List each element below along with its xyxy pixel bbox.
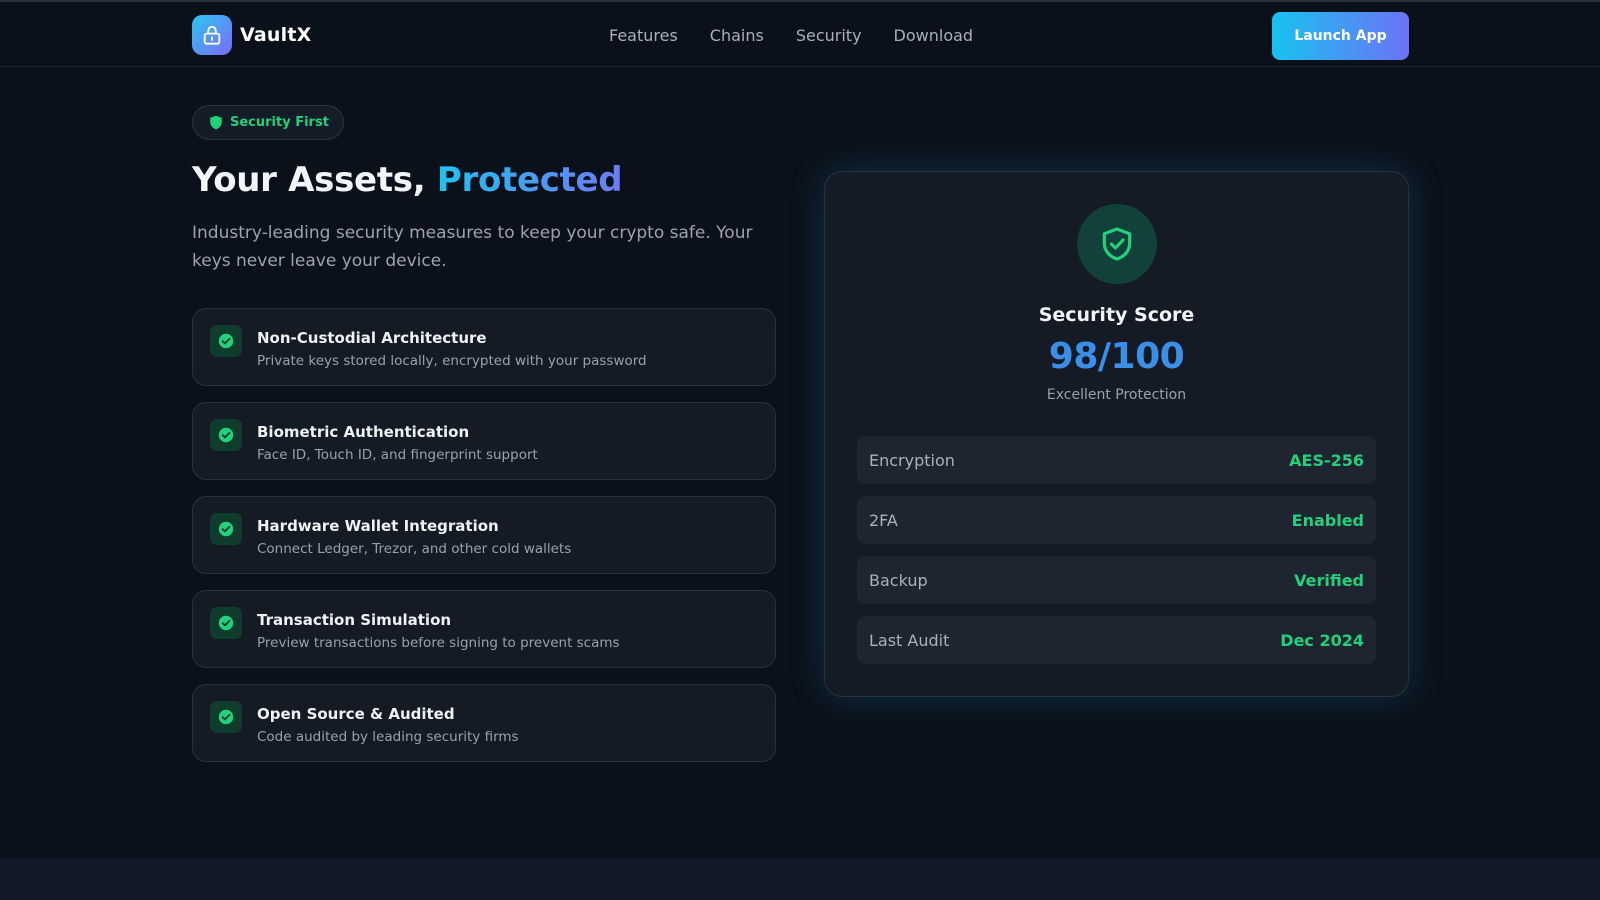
feature-list: Non-Custodial Architecture Private keys … (192, 308, 776, 778)
metric-row: Encryption AES-256 (857, 436, 1376, 484)
check-circle-icon (210, 325, 242, 357)
feature-card: Transaction Simulation Preview transacti… (192, 590, 776, 668)
feature-description: Connect Ledger, Trezor, and other cold w… (257, 541, 572, 557)
hero-title: Your Assets, Protected (192, 160, 623, 200)
main-nav: Features Chains Security Download (609, 26, 1005, 45)
metric-row: Backup Verified (857, 556, 1376, 604)
feature-description: Code audited by leading security firms (257, 729, 519, 745)
metric-row: 2FA Enabled (857, 496, 1376, 544)
check-circle-icon (210, 419, 242, 451)
metric-value: Enabled (1291, 510, 1364, 530)
badge-label: Security First (230, 115, 329, 130)
metric-label: Last Audit (869, 630, 950, 650)
feature-card: Biometric Authentication Face ID, Touch … (192, 402, 776, 480)
check-circle-icon (210, 513, 242, 545)
metric-value: Dec 2024 (1280, 630, 1364, 650)
check-circle-icon (210, 607, 242, 639)
next-section-strip (0, 858, 1600, 900)
feature-description: Private keys stored locally, encrypted w… (257, 353, 647, 369)
feature-card: Open Source & Audited Code audited by le… (192, 684, 776, 762)
nav-link-download[interactable]: Download (894, 26, 974, 45)
brand-name: VaultX (240, 24, 312, 46)
hero-subtitle: Industry-leading security measures to ke… (192, 223, 753, 271)
metric-row: Last Audit Dec 2024 (857, 616, 1376, 664)
metric-label: Backup (869, 570, 928, 590)
score-caption: Excellent Protection (1046, 387, 1187, 403)
feature-title: Non-Custodial Architecture (257, 329, 487, 347)
feature-title: Hardware Wallet Integration (257, 517, 499, 535)
metric-label: Encryption (869, 450, 955, 470)
shield-icon (209, 115, 223, 130)
hero-title-prefix: Your Assets, (192, 160, 437, 200)
score-value: 98/100 (1048, 336, 1185, 377)
security-score-card: Security Score 98/100 Excellent Protecti… (824, 171, 1409, 697)
nav-link-features[interactable]: Features (609, 26, 678, 45)
feature-description: Preview transactions before signing to p… (257, 635, 620, 651)
shield-check-icon (1077, 204, 1157, 284)
metric-value: Verified (1294, 570, 1364, 590)
feature-description: Face ID, Touch ID, and fingerprint suppo… (257, 447, 538, 463)
hero-title-highlight: Protected (436, 160, 623, 200)
feature-title: Open Source & Audited (257, 705, 455, 723)
check-circle-icon (210, 701, 242, 733)
feature-title: Biometric Authentication (257, 423, 470, 441)
metric-label: 2FA (869, 510, 898, 530)
nav-link-security[interactable]: Security (796, 26, 862, 45)
metric-value: AES-256 (1289, 450, 1364, 470)
security-first-badge: Security First (192, 105, 344, 140)
lock-icon (192, 15, 232, 55)
launch-app-button[interactable]: Launch App (1272, 12, 1409, 60)
feature-card: Non-Custodial Architecture Private keys … (192, 308, 776, 386)
nav-link-chains[interactable]: Chains (710, 26, 764, 45)
brand[interactable]: VaultX (192, 15, 311, 55)
score-title: Security Score (1038, 304, 1195, 326)
feature-title: Transaction Simulation (257, 611, 452, 629)
top-navbar: VaultX Features Chains Security Download… (0, 0, 1600, 67)
feature-card: Hardware Wallet Integration Connect Ledg… (192, 496, 776, 574)
security-metrics: Encryption AES-256 2FA Enabled Backup Ve… (857, 436, 1376, 676)
